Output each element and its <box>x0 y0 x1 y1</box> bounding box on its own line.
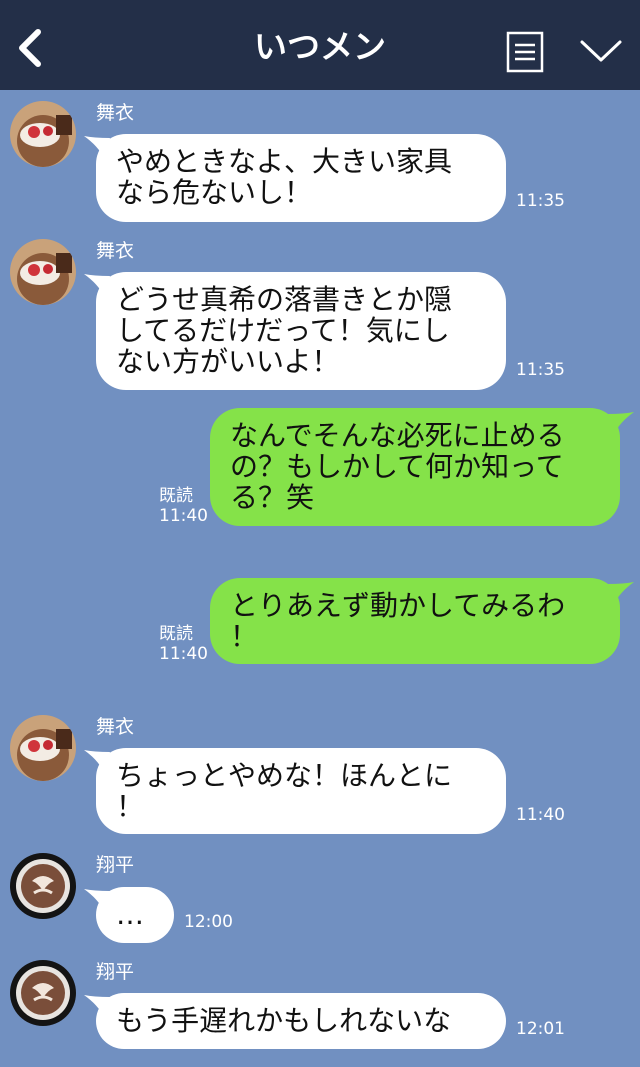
menu-button[interactable] <box>506 31 544 73</box>
message-time: 11:35 <box>516 191 565 211</box>
expand-button[interactable] <box>578 36 624 66</box>
message-time: 11:35 <box>516 360 565 380</box>
chevron-down-icon <box>580 40 622 62</box>
message-bubble[interactable]: やめときなよ、大きい家具 なら危ないし！ <box>96 134 506 222</box>
message-bubble[interactable]: … <box>96 887 174 943</box>
read-receipt: 既読 <box>159 624 193 644</box>
message-bubble[interactable]: どうせ真希の落書きとか隠 してるだけだって！気にし ない方がいいよ！ <box>96 272 506 390</box>
message-time: 12:00 <box>184 912 233 932</box>
cake-avatar-icon <box>10 101 76 167</box>
avatar[interactable] <box>10 715 76 781</box>
message-time: 11:40 <box>516 805 565 825</box>
message-time: 11:40 <box>159 644 208 664</box>
avatar[interactable] <box>10 101 76 167</box>
read-receipt: 既読 <box>159 486 193 506</box>
message-bubble[interactable]: ちょっとやめな！ほんとに ！ <box>96 748 506 834</box>
message-time: 11:40 <box>159 506 208 526</box>
cake-avatar-icon <box>10 715 76 781</box>
avatar[interactable] <box>10 239 76 305</box>
sender-name: 翔平 <box>96 854 135 876</box>
sender-name: 翔平 <box>96 961 135 983</box>
message-bubble[interactable]: とりあえず動かしてみるわ ！ <box>210 578 620 664</box>
avatar[interactable] <box>10 960 76 1026</box>
sender-name: 舞衣 <box>96 716 135 738</box>
message-bubble[interactable]: なんでそんな必死に止める の？もしかして何か知って る？笑 <box>210 408 620 526</box>
sender-name: 舞衣 <box>96 240 135 262</box>
avatar[interactable] <box>10 853 76 919</box>
message-time: 12:01 <box>516 1019 565 1039</box>
chat-title: いつメン <box>254 27 386 66</box>
latte-avatar-icon <box>10 853 76 919</box>
sender-name: 舞衣 <box>96 102 135 124</box>
latte-avatar-icon <box>10 960 76 1026</box>
cake-avatar-icon <box>10 239 76 305</box>
message-bubble[interactable]: もう手遅れかもしれないな <box>96 993 506 1049</box>
chat-header: いつメン <box>0 0 640 90</box>
notes-icon <box>506 31 544 73</box>
